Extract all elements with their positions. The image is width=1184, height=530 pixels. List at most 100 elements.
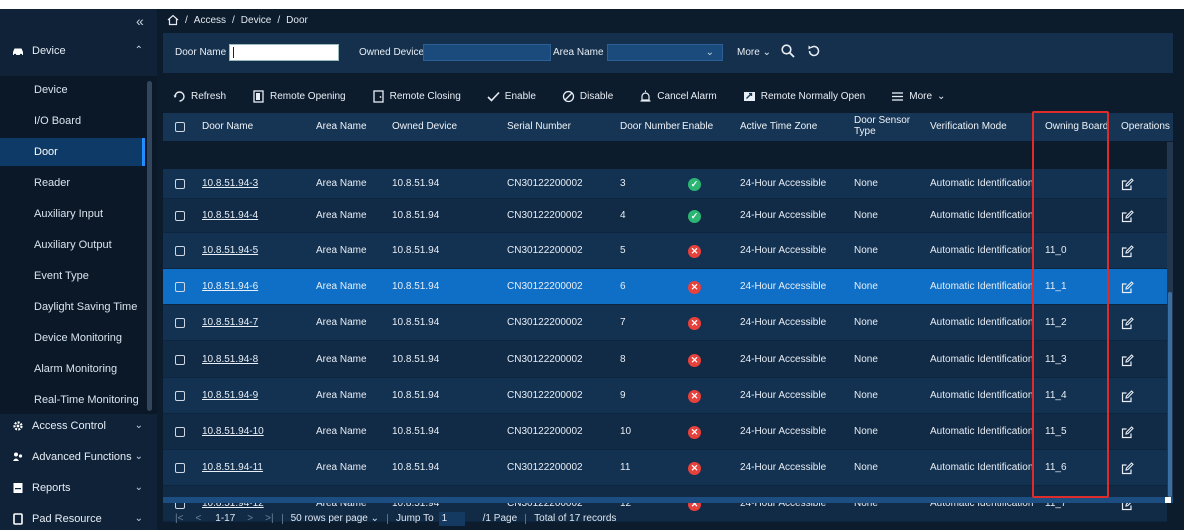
reset-icon[interactable] xyxy=(806,43,822,59)
time-zone-cell: 24-Hour Accessible xyxy=(740,245,827,256)
breadcrumb-access[interactable]: Access xyxy=(194,15,226,26)
sidebar-item-daylight-saving-time[interactable]: Daylight Saving Time xyxy=(0,293,145,321)
jump-to-input[interactable]: 1 xyxy=(438,511,465,526)
more-actions-button[interactable]: More ⌄ xyxy=(891,90,945,103)
sidebar-item-auxiliary-output[interactable]: Auxiliary Output xyxy=(0,231,145,259)
door-name-link[interactable]: 10.8.51.94-8 xyxy=(202,354,258,365)
sidebar-group-reports[interactable]: Reports ⌄ xyxy=(0,474,157,502)
table-row[interactable]: 10.8.51.94-9 Area Name 10.8.51.94 CN3012220… xyxy=(163,378,1167,414)
header-area-name[interactable]: Area Name xyxy=(316,121,367,132)
header-active-time-zone[interactable]: Active Time Zone xyxy=(740,121,817,132)
row-checkbox[interactable] xyxy=(175,427,185,437)
serial-number-cell: CN30122200002 xyxy=(507,317,583,328)
sidebar-item-device[interactable]: Device xyxy=(0,76,145,104)
door-sensor-cell: None xyxy=(854,426,878,437)
disable-button[interactable]: Disable xyxy=(562,90,613,103)
header-serial-number[interactable]: Serial Number xyxy=(507,121,571,132)
owned-device-input[interactable] xyxy=(423,44,551,61)
door-name-link[interactable]: 10.8.51.94-3 xyxy=(202,178,258,189)
table-row[interactable]: 10.8.51.94-10 Area Name 10.8.51.94 CN301222… xyxy=(163,414,1167,450)
edit-icon[interactable] xyxy=(1121,245,1134,258)
remote-closing-button[interactable]: Remote Closing xyxy=(372,89,461,103)
collapse-sidebar-button[interactable]: « xyxy=(136,13,144,29)
table-row[interactable]: 10.8.51.94-4 Area Name 10.8.51.94 CN3012220… xyxy=(163,199,1167,233)
breadcrumb-separator: / xyxy=(277,14,281,26)
rows-per-page-select[interactable]: 50 rows per page ⌄ xyxy=(291,513,379,524)
edit-icon[interactable] xyxy=(1121,390,1134,403)
door-name-link[interactable]: 10.8.51.94-10 xyxy=(202,426,264,437)
table-row[interactable]: 10.8.51.94-5 Area Name 10.8.51.94 CN3012220… xyxy=(163,233,1167,269)
breadcrumb-device[interactable]: Device xyxy=(241,15,272,26)
prev-page-button[interactable]: < xyxy=(195,513,201,524)
header-door-sensor-type[interactable]: Door Sensor Type xyxy=(854,115,910,137)
table-horizontal-scrollbar[interactable] xyxy=(163,497,1173,503)
area-name-cell: Area Name xyxy=(316,281,367,292)
remote-opening-label: Remote Opening xyxy=(270,90,346,102)
sidebar-item-reader[interactable]: Reader xyxy=(0,169,145,197)
home-icon[interactable] xyxy=(167,14,179,26)
area-name-cell: Area Name xyxy=(316,210,367,221)
row-checkbox[interactable] xyxy=(175,179,185,189)
row-checkbox[interactable] xyxy=(175,391,185,401)
header-door-number[interactable]: Door Number xyxy=(620,121,680,132)
door-name-link[interactable]: 10.8.51.94-4 xyxy=(202,210,258,221)
table-scroll-thumb[interactable] xyxy=(1168,292,1172,497)
next-page-button[interactable]: > xyxy=(247,513,253,524)
sidebar-item-door[interactable]: Door xyxy=(0,138,145,166)
table-row[interactable]: 10.8.51.94-11 Area Name 10.8.51.94 CN301222… xyxy=(163,450,1167,486)
select-all-checkbox[interactable] xyxy=(175,122,185,132)
edit-icon[interactable] xyxy=(1121,426,1134,439)
header-owned-device[interactable]: Owned Device xyxy=(392,121,457,132)
first-page-button[interactable]: |< xyxy=(175,513,183,524)
edit-icon[interactable] xyxy=(1121,178,1134,191)
door-name-link[interactable]: 10.8.51.94-6 xyxy=(202,281,258,292)
search-icon[interactable] xyxy=(780,43,796,59)
row-checkbox[interactable] xyxy=(175,282,185,292)
door-name-input[interactable] xyxy=(229,44,339,61)
enable-button[interactable]: Enable xyxy=(487,90,536,103)
sidebar-item-auxiliary-input[interactable]: Auxiliary Input xyxy=(0,200,145,228)
area-name-cell: Area Name xyxy=(316,245,367,256)
edit-icon[interactable] xyxy=(1121,462,1134,475)
table-row[interactable]: 10.8.51.94-3 Area Name 10.8.51.94 CN3012220… xyxy=(163,169,1167,199)
row-checkbox[interactable] xyxy=(175,463,185,473)
sidebar-item-event-type[interactable]: Event Type xyxy=(0,262,145,290)
header-verification-mode[interactable]: Verification Mode xyxy=(930,121,1007,132)
remote-opening-button[interactable]: Remote Opening xyxy=(252,89,346,103)
cancel-alarm-button[interactable]: Cancel Alarm xyxy=(639,90,717,103)
sidebar-item-device-monitoring[interactable]: Device Monitoring xyxy=(0,324,145,352)
refresh-button[interactable]: Refresh xyxy=(173,90,226,103)
sidebar-group-access-control[interactable]: Access Control ⌄ xyxy=(0,412,157,440)
header-door-name[interactable]: Door Name xyxy=(202,121,253,132)
sidebar-item-alarm-monitoring[interactable]: Alarm Monitoring xyxy=(0,355,145,383)
edit-icon[interactable] xyxy=(1121,281,1134,294)
sidebar-item-real-time-monitoring[interactable]: Real-Time Monitoring xyxy=(0,386,145,414)
door-name-label: Door Name xyxy=(175,47,227,58)
header-enable[interactable]: Enable xyxy=(682,121,713,132)
sidebar-item-io-board[interactable]: I/O Board xyxy=(0,107,145,135)
sidebar-group-pad-resource[interactable]: Pad Resource ⌄ xyxy=(0,505,157,530)
door-name-link[interactable]: 10.8.51.94-7 xyxy=(202,317,258,328)
door-name-link[interactable]: 10.8.51.94-9 xyxy=(202,390,258,401)
door-name-link[interactable]: 10.8.51.94-11 xyxy=(202,462,263,473)
row-checkbox[interactable] xyxy=(175,211,185,221)
edit-icon[interactable] xyxy=(1121,210,1134,223)
row-checkbox[interactable] xyxy=(175,355,185,365)
row-checkbox[interactable] xyxy=(175,246,185,256)
area-name-select[interactable]: ⌄ xyxy=(607,44,723,61)
sidebar-group-device[interactable]: Device ⌃ xyxy=(0,37,157,65)
chevron-down-icon: ⌄ xyxy=(134,420,143,431)
row-checkbox[interactable] xyxy=(175,318,185,328)
sidebar-group-advanced-functions[interactable]: Advanced Functions ⌄ xyxy=(0,443,157,471)
door-name-link[interactable]: 10.8.51.94-5 xyxy=(202,245,258,256)
more-filters-button[interactable]: More ⌄ xyxy=(737,47,771,58)
last-page-button[interactable]: >| xyxy=(265,513,273,524)
submenu-scrollbar[interactable] xyxy=(147,81,152,411)
table-row[interactable]: 10.8.51.94-7 Area Name 10.8.51.94 CN3012220… xyxy=(163,305,1167,341)
edit-icon[interactable] xyxy=(1121,354,1134,367)
table-row[interactable]: 10.8.51.94-8 Area Name 10.8.51.94 CN3012220… xyxy=(163,341,1167,378)
remote-normally-open-button[interactable]: Remote Normally Open xyxy=(743,90,865,103)
table-row[interactable]: 10.8.51.94-6 Area Name 10.8.51.94 CN3012220… xyxy=(163,269,1167,305)
edit-icon[interactable] xyxy=(1121,317,1134,330)
cancel-alarm-label: Cancel Alarm xyxy=(657,90,717,102)
